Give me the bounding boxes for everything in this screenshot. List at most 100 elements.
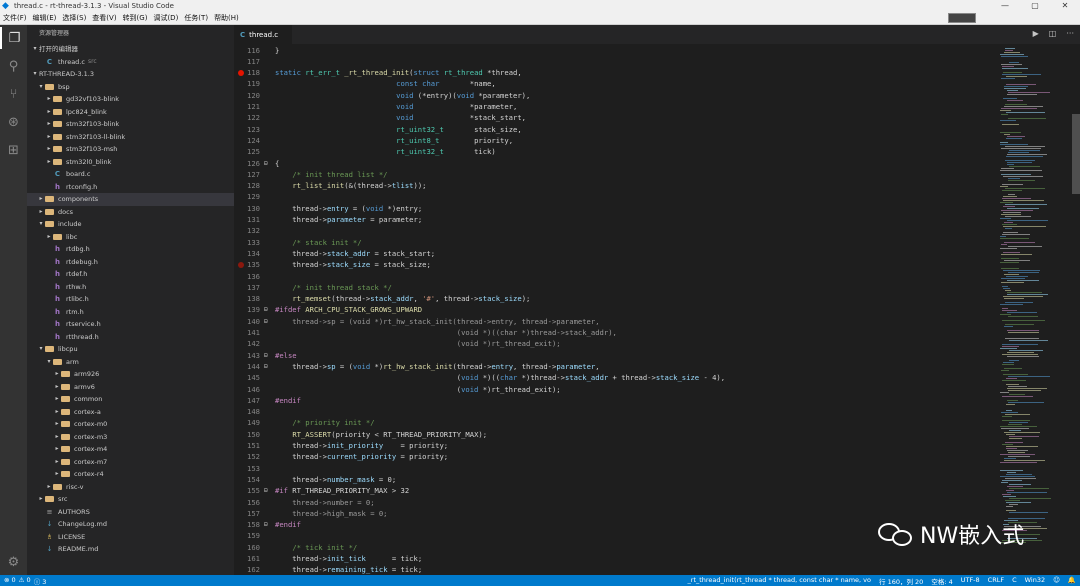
maximize-button[interactable]: ▢ (1020, 0, 1050, 12)
menu-help[interactable]: 帮助(H) (211, 12, 242, 25)
tree-item[interactable]: ▸ common (27, 393, 234, 406)
split-editor-icon[interactable]: ◫ (1049, 29, 1057, 38)
tree-item[interactable]: ▸ cortex-r4 (27, 468, 234, 481)
tree-item[interactable]: ▸ lpc824_blink (27, 106, 234, 119)
tree-item[interactable]: ▸ cortex-m4 (27, 443, 234, 456)
code-line[interactable]: 142 (void *)rt_thread_exit); (234, 338, 994, 349)
tree-item[interactable]: ▾ libcpu (27, 343, 234, 356)
code-line[interactable]: 156 thread->number = 0; (234, 497, 994, 508)
code-line[interactable]: 151 thread->init_priority = priority; (234, 440, 994, 451)
status-function-signature[interactable]: _rt_thread_init(rt_thread * thread, cons… (688, 576, 871, 586)
tree-item[interactable]: ♗ LICENSE (27, 531, 234, 544)
tree-item[interactable]: h rtthread.h (27, 331, 234, 344)
code-line[interactable]: 150 RT_ASSERT(priority < RT_THREAD_PRIOR… (234, 429, 994, 440)
menu-selection[interactable]: 选择(S) (59, 12, 89, 25)
project-section[interactable]: ▾ RT-THREAD-3.1.3 (27, 68, 234, 81)
tree-item[interactable]: ↓ ChangeLog.md (27, 518, 234, 531)
code-line[interactable]: 128 rt_list_init(&(thread->tlist)); (234, 180, 994, 191)
minimap[interactable] (994, 44, 1080, 575)
tree-item[interactable]: h rtservice.h (27, 318, 234, 331)
more-actions-icon[interactable]: ··· (1066, 29, 1074, 38)
code-line[interactable]: 154 thread->number_mask = 0; (234, 474, 994, 485)
code-line[interactable]: 137 /* init thread stack */ (234, 282, 994, 293)
code-line[interactable]: 143 ⊟ #else (234, 350, 994, 361)
menu-go[interactable]: 转到(G) (120, 12, 151, 25)
tree-item[interactable]: ▾ include (27, 218, 234, 231)
tree-item[interactable]: ▸ components (27, 193, 234, 206)
tree-item[interactable]: ▸ src (27, 493, 234, 506)
code-line[interactable]: 118 static rt_err_t _rt_thread_init(struc… (234, 67, 994, 78)
open-editors-section[interactable]: ▾ 打开的编辑器 (27, 43, 234, 56)
tree-item[interactable]: h rtlibc.h (27, 293, 234, 306)
code-line[interactable]: 152 thread->current_priority = priority; (234, 451, 994, 462)
code-line[interactable]: 148 (234, 406, 994, 417)
code-line[interactable]: 132 (234, 225, 994, 236)
fold-icon[interactable]: ⊟ (264, 361, 268, 372)
code-line[interactable]: 131 thread->parameter = parameter; (234, 214, 994, 225)
status-cursor-position[interactable]: 行 160，列 20 (879, 576, 923, 586)
code-line[interactable]: 135 thread->stack_size = stack_size; (234, 259, 994, 270)
code-line[interactable]: 141 (void *)((char *)thread->stack_addr)… (234, 327, 994, 338)
code-line[interactable]: 129 (234, 191, 994, 202)
code-line[interactable]: 162 thread->remaining_tick = tick; (234, 564, 994, 575)
status-encoding[interactable]: UTF-8 (961, 576, 980, 586)
code-line[interactable]: 116} (234, 45, 994, 56)
code-line[interactable]: 155 ⊟ #if RT_THREAD_PRIORITY_MAX > 32 (234, 485, 994, 496)
search-icon[interactable]: ⚲ (0, 55, 27, 77)
tree-item[interactable]: h rtm.h (27, 306, 234, 319)
feedback-icon[interactable]: ☺ (1053, 576, 1060, 586)
tree-item[interactable]: ▸ risc-v (27, 481, 234, 494)
tree-item[interactable]: ≡ AUTHORS (27, 506, 234, 519)
code-line[interactable]: 145 (void *)((char *)thread->stack_addr … (234, 372, 994, 383)
tree-item[interactable]: ▸ cortex-a (27, 406, 234, 419)
run-icon[interactable]: ▶ (1033, 29, 1039, 38)
code-line[interactable]: 134 thread->stack_addr = stack_start; (234, 248, 994, 259)
code-line[interactable]: 123 rt_uint32_t stack_size, (234, 124, 994, 135)
tree-item[interactable]: ▸ cortex-m3 (27, 431, 234, 444)
menu-tasks[interactable]: 任务(T) (181, 12, 211, 25)
tree-item[interactable]: ▸ stm32l0_blink (27, 156, 234, 169)
tree-item[interactable]: h rthw.h (27, 281, 234, 294)
code-line[interactable]: 140 ⊟ thread->sp = (void *)rt_hw_stack_in… (234, 316, 994, 327)
fold-icon[interactable]: ⊟ (264, 350, 268, 361)
settings-gear-icon[interactable]: ⚙ (0, 551, 27, 573)
menu-file[interactable]: 文件(F) (0, 12, 30, 25)
code-editor[interactable]: 116} 117 118 static rt_err_t _rt_thread_ini… (234, 44, 994, 575)
menu-debug[interactable]: 调试(D) (150, 12, 181, 25)
code-line[interactable]: 120 void (*entry)(void *parameter), (234, 90, 994, 101)
menu-view[interactable]: 查看(V) (89, 12, 119, 25)
code-line[interactable]: 144 ⊟ thread->sp = (void *)rt_hw_stack_in… (234, 361, 994, 372)
code-line[interactable]: 139 ⊟ #ifdef ARCH_CPU_STACK_GROWS_UPWARD (234, 304, 994, 315)
tree-item[interactable]: ▾ arm (27, 356, 234, 369)
code-line[interactable]: 146 (void *)rt_thread_exit); (234, 384, 994, 395)
code-line[interactable]: 122 void *stack_start, (234, 112, 994, 123)
tree-item[interactable]: h rtdebug.h (27, 256, 234, 269)
notification-bell-icon[interactable]: 🔔 (1068, 576, 1076, 586)
open-editor-item[interactable]: C thread.c src (27, 56, 234, 69)
editor-scrollbar-thumb[interactable] (1072, 114, 1080, 194)
code-line[interactable]: 161 thread->init_tick = tick; (234, 553, 994, 564)
code-line[interactable]: 127 /* init thread list */ (234, 169, 994, 180)
status-language[interactable]: C (1012, 576, 1017, 586)
extensions-icon[interactable]: ⊞ (0, 139, 27, 161)
fold-icon[interactable]: ⊟ (264, 485, 268, 496)
tree-item[interactable]: ▸ docs (27, 206, 234, 219)
status-warnings[interactable]: ⚠ 0 (19, 576, 31, 586)
code-line[interactable]: 117 (234, 56, 994, 67)
code-line[interactable]: 153 (234, 463, 994, 474)
code-line[interactable]: 149 /* priority init */ (234, 417, 994, 428)
menu-edit[interactable]: 编辑(E) (30, 12, 60, 25)
tree-item[interactable]: ▸ armv6 (27, 381, 234, 394)
tab-thread-c[interactable]: C thread.c (234, 25, 292, 44)
tree-item[interactable]: ▸ cortex-m7 (27, 456, 234, 469)
code-line[interactable]: 125 rt_uint32_t tick) (234, 146, 994, 157)
minimize-button[interactable]: — (990, 0, 1020, 12)
debug-icon[interactable]: ⊛ (0, 111, 27, 133)
code-line[interactable]: 136 (234, 271, 994, 282)
source-control-icon[interactable]: ⑂ (0, 83, 27, 105)
status-eol[interactable]: CRLF (988, 576, 1004, 586)
fold-icon[interactable]: ⊟ (264, 519, 268, 530)
tree-item[interactable]: ▸ cortex-m0 (27, 418, 234, 431)
tree-item[interactable]: h rtdef.h (27, 268, 234, 281)
fold-icon[interactable]: ⊟ (264, 304, 268, 315)
